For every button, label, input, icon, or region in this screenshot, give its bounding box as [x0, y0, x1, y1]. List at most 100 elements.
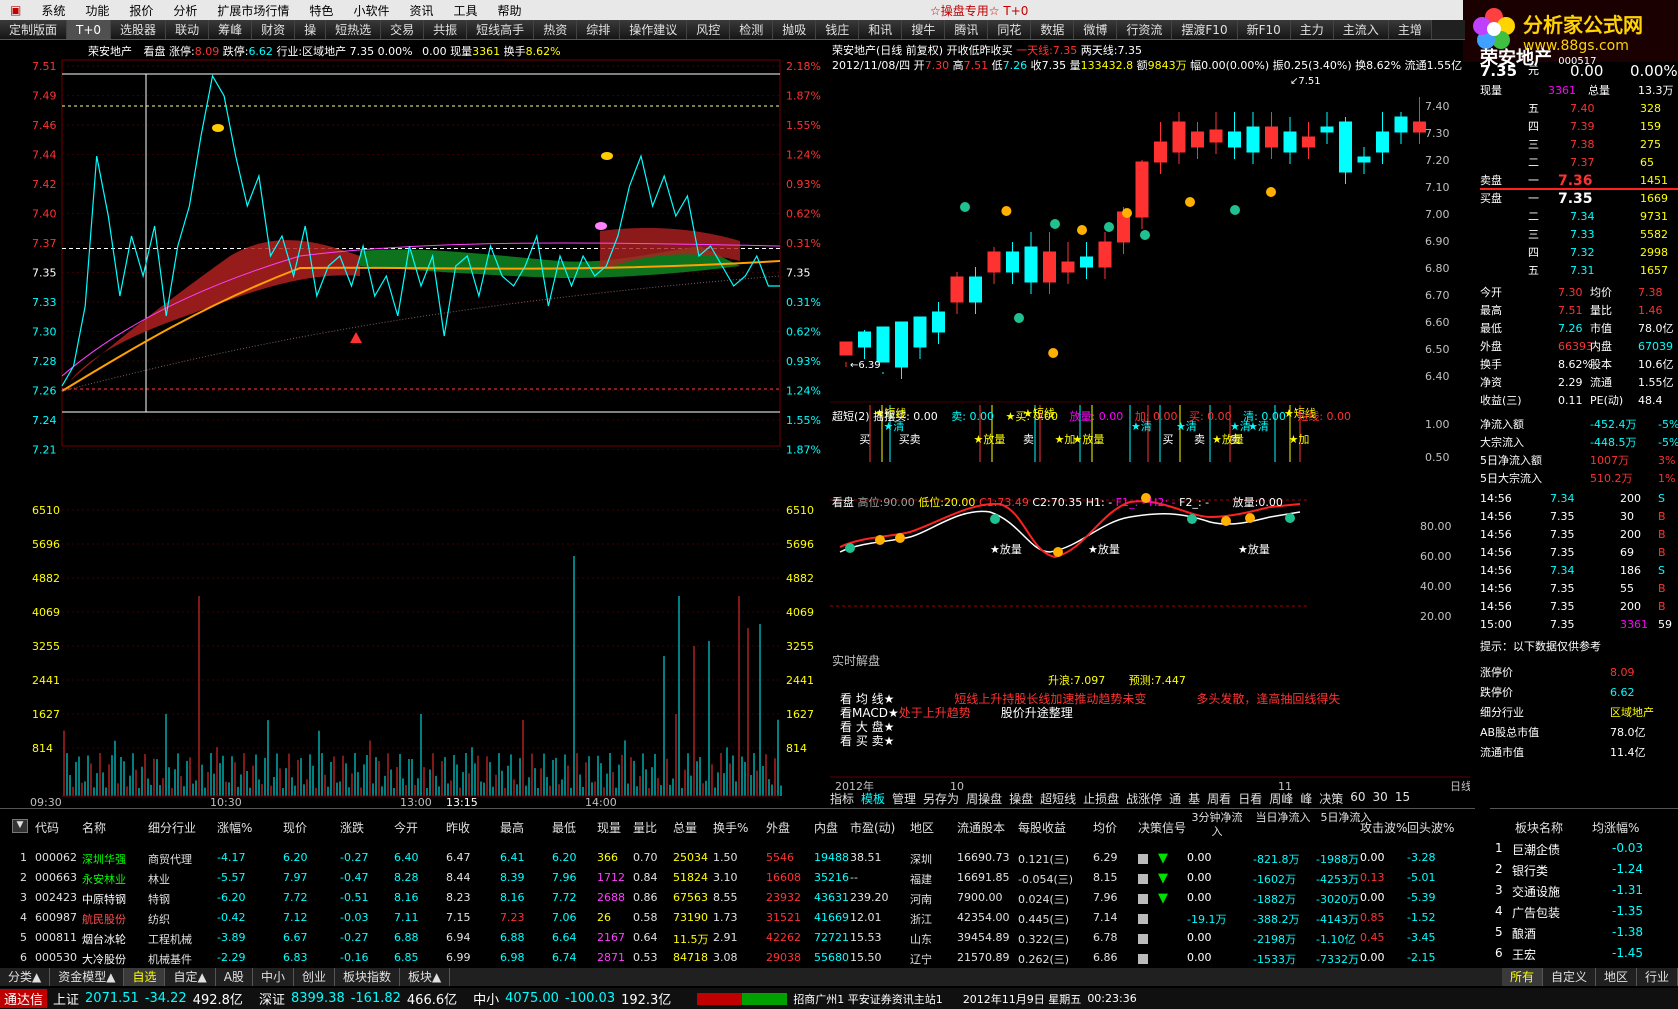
function-tab[interactable]: 短线高手 — [467, 20, 535, 39]
indicator-tool[interactable]: 管理 — [892, 790, 916, 806]
function-tab[interactable]: 微博 — [1074, 20, 1118, 39]
table-header[interactable]: 流通股本 — [957, 819, 1005, 836]
function-tab[interactable]: 行资流 — [1117, 20, 1173, 39]
intraday-chart[interactable]: 7.51 7.49 7.46 7.44 7.42 7.40 7.37 7.35 7.33 7.30… — [0, 56, 825, 808]
table-header[interactable]: 现价 — [283, 819, 307, 836]
function-tab[interactable]: 交易 — [381, 20, 425, 39]
indicator-tool[interactable]: 15 — [1395, 790, 1410, 806]
function-tab[interactable]: 新F10 — [1237, 20, 1291, 39]
indicator-tool[interactable]: 操盘 — [1009, 790, 1033, 806]
function-tab[interactable]: 和讯 — [859, 20, 903, 39]
table-header[interactable]: 涨跌 — [340, 819, 364, 836]
bottom-tab[interactable]: 分类▲ — [0, 968, 51, 986]
bottom-tab[interactable]: 自选 — [124, 968, 166, 986]
function-tab[interactable]: 操作建议 — [620, 20, 688, 39]
table-header[interactable]: 量比 — [633, 819, 657, 836]
function-tab[interactable]: 同花 — [988, 20, 1032, 39]
table-header[interactable]: 攻击波% — [1360, 819, 1407, 836]
table-cell[interactable]: 000811 — [35, 931, 77, 944]
table-header[interactable]: 代码 — [35, 819, 59, 836]
table-header[interactable]: 昨收 — [446, 819, 470, 836]
indicator-tool[interactable]: 日看 — [1238, 790, 1262, 806]
function-tab[interactable]: 风控 — [687, 20, 731, 39]
indicator-tool[interactable]: 战涨停 — [1126, 790, 1162, 806]
table-cell[interactable]: 永安林业 — [82, 871, 126, 887]
table-cell[interactable]: 000530 — [35, 951, 77, 964]
table-header[interactable]: 换手% — [713, 819, 748, 836]
table-sort-icon[interactable]: ▼ — [12, 819, 28, 833]
indicator-tool[interactable]: 指标 — [830, 790, 854, 806]
table-header[interactable]: 最低 — [552, 819, 576, 836]
table-header[interactable]: 名称 — [82, 819, 106, 836]
indicator-tool[interactable]: 另存为 — [923, 790, 959, 806]
menu-item[interactable]: 功能 — [75, 2, 119, 19]
function-tab[interactable]: T+0 — [67, 20, 112, 39]
menu-item[interactable]: 特色 — [299, 2, 343, 19]
function-tab[interactable]: 检测 — [730, 20, 774, 39]
function-tab[interactable]: 搜牛 — [902, 20, 946, 39]
bottom-tab[interactable]: 板块指数 — [335, 968, 400, 986]
bottom-right-tab[interactable]: 所有 — [1501, 968, 1543, 986]
table-header[interactable]: 涨幅% — [217, 819, 252, 836]
table-header[interactable]: 现量 — [597, 819, 621, 836]
menu-item[interactable]: 资讯 — [399, 2, 443, 19]
table-header[interactable]: 外盘 — [766, 819, 790, 836]
table-header[interactable]: 地区 — [910, 819, 934, 836]
menu-item[interactable]: 帮助 — [487, 2, 531, 19]
table-header[interactable]: 内盘 — [814, 819, 838, 836]
function-tab[interactable]: 主增 — [1388, 20, 1432, 39]
table-header[interactable]: 当日净流入 — [1253, 811, 1313, 825]
table-header[interactable]: 均价 — [1093, 819, 1117, 836]
app-icon[interactable]: ▣ — [0, 3, 31, 17]
function-tab[interactable]: 共振 — [424, 20, 468, 39]
table-cell[interactable]: 600987 — [35, 911, 77, 924]
function-tab[interactable]: 定制版面 — [0, 20, 68, 39]
function-tab[interactable]: 主力 — [1290, 20, 1334, 39]
table-cell[interactable]: 000663 — [35, 871, 77, 884]
indicator-tool[interactable]: 通 — [1169, 790, 1181, 806]
table-header[interactable]: 总量 — [673, 819, 697, 836]
bk-header[interactable]: 均涨幅% — [1592, 819, 1639, 836]
bk-name[interactable]: 酿酒 — [1512, 925, 1536, 942]
table-cell[interactable]: 烟台冰轮 — [82, 931, 126, 947]
menu-item[interactable]: 工具 — [443, 2, 487, 19]
table-cell[interactable]: 航民股份 — [82, 911, 126, 927]
function-tab[interactable]: 操 — [295, 20, 327, 39]
function-tab[interactable]: 筹峰 — [209, 20, 253, 39]
table-cell[interactable]: 002423 — [35, 891, 77, 904]
function-tab[interactable]: 热资 — [534, 20, 578, 39]
indicator-tool[interactable]: 峰 — [1300, 790, 1312, 806]
table-header[interactable]: 3分钟净流入 — [1187, 811, 1247, 839]
function-tab[interactable]: 抛吸 — [773, 20, 817, 39]
bottom-tab[interactable]: 资金模型▲ — [50, 968, 125, 986]
indicator-tool[interactable]: 决策 — [1319, 790, 1343, 806]
menu-item[interactable]: 小软件 — [343, 2, 399, 19]
table-header[interactable]: 最高 — [500, 819, 524, 836]
table-header[interactable]: 每股收益 — [1018, 819, 1066, 836]
function-tab[interactable]: 选股器 — [111, 20, 167, 39]
indicator-tool[interactable]: 周操盘 — [966, 790, 1002, 806]
stock-list-table[interactable]: ▼ 代码 名称 细分行业 涨幅% 现价 涨跌 今开 昨收 最高 最低 现量 量比 总量 换手% 外盘 内盘 市盈(… — [0, 808, 1475, 966]
indicator-tool[interactable]: 模板 — [861, 790, 885, 806]
bk-header[interactable]: 板块名称 — [1515, 819, 1563, 836]
function-tab[interactable]: 综排 — [577, 20, 621, 39]
table-header[interactable]: 决策信号 — [1138, 819, 1186, 836]
bk-name[interactable]: 银行类 — [1512, 862, 1548, 879]
table-cell[interactable]: 000062 — [35, 851, 77, 864]
function-tab[interactable]: 短热选 — [326, 20, 382, 39]
bk-name[interactable]: 交通设施 — [1512, 883, 1560, 900]
indicator-tool[interactable]: 30 — [1373, 790, 1388, 806]
bottom-right-tab[interactable]: 自定义 — [1543, 968, 1596, 986]
table-cell[interactable]: 深圳华强 — [82, 851, 126, 867]
bottom-tab[interactable]: 板块▲ — [400, 968, 451, 986]
table-cell[interactable]: 中原特钢 — [82, 891, 126, 907]
function-tab[interactable]: 钱庄 — [816, 20, 860, 39]
bottom-right-tab[interactable]: 行业 — [1637, 968, 1678, 986]
function-tab[interactable]: 腾讯 — [945, 20, 989, 39]
indicator-tool[interactable]: 周看 — [1207, 790, 1231, 806]
indicator-tool[interactable]: 60 — [1350, 790, 1365, 806]
menu-item[interactable]: 系统 — [31, 2, 75, 19]
bottom-tab[interactable]: A股 — [216, 968, 253, 986]
bottom-tab[interactable]: 中小 — [253, 968, 294, 986]
bottom-right-tab[interactable]: 地区 — [1596, 968, 1637, 986]
